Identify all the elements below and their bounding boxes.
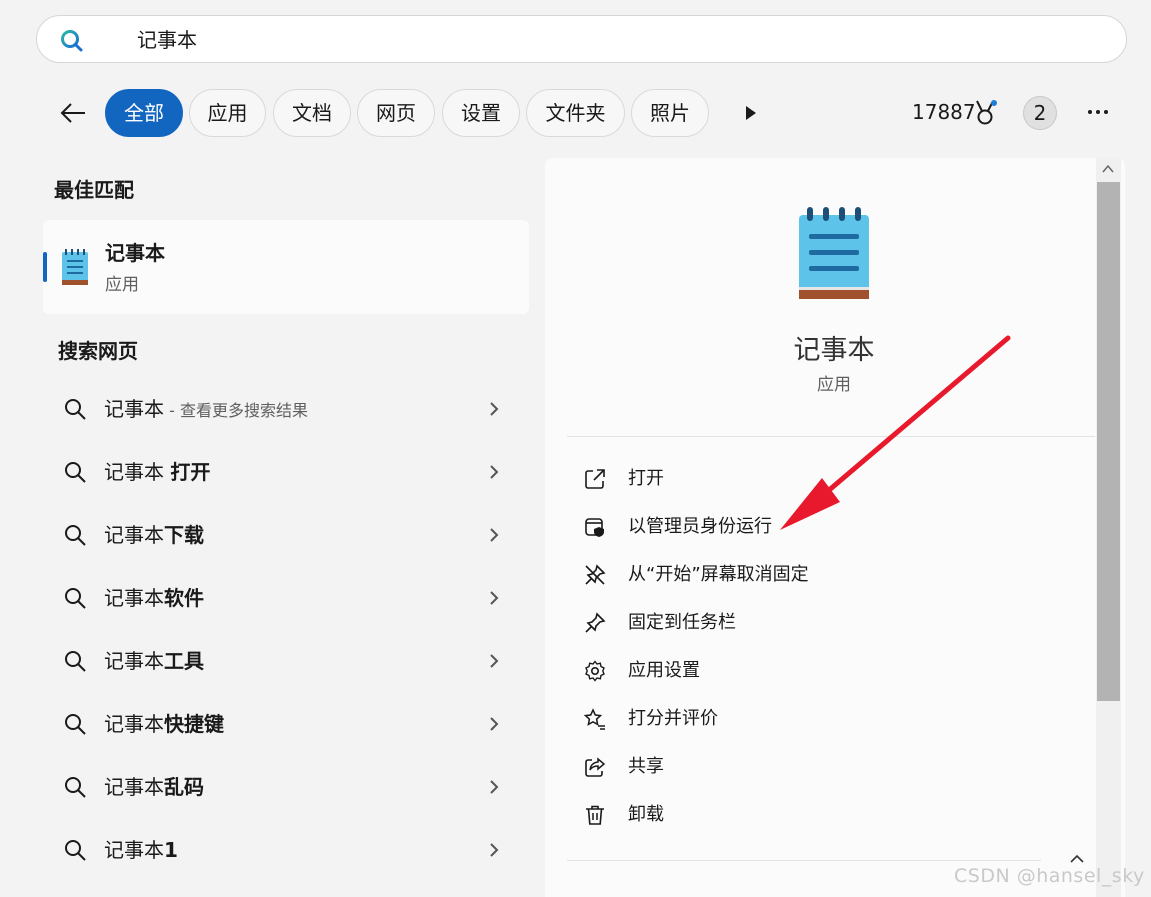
scrollbar-thumb[interactable]	[1097, 182, 1120, 701]
annotation-arrow	[780, 335, 1011, 530]
action-app-settings[interactable]: 应用设置	[567, 649, 1095, 693]
action-label: 固定到任务栏	[628, 612, 736, 633]
chevron-right-icon	[490, 402, 499, 416]
web-suggestion-item[interactable]: 记事本快捷键	[43, 698, 529, 750]
search-icon	[65, 840, 86, 861]
web-suggestion-item[interactable]: 记事本工具	[43, 635, 529, 687]
notepad-icon	[62, 249, 88, 285]
suggestion-prefix: 记事本	[104, 775, 164, 799]
trash-icon	[586, 805, 604, 825]
suggestion-bold: 软件	[164, 586, 204, 610]
star-rate-icon	[583, 708, 605, 730]
unpin-icon	[585, 564, 606, 585]
web-suggestion-item[interactable]: 记事本 - 查看更多搜索结果	[43, 383, 529, 435]
action-uninstall[interactable]: 卸载	[567, 793, 1095, 837]
open-external-icon	[585, 469, 605, 489]
search-icon	[65, 777, 86, 798]
chevron-up-icon[interactable]	[1068, 853, 1086, 865]
suggestion-prefix: 记事本	[104, 586, 164, 610]
selection-indicator	[43, 252, 47, 282]
action-rate-review[interactable]: 打分并评价	[567, 697, 1095, 741]
web-search-heading: 搜索网页	[58, 339, 138, 363]
share-icon	[585, 757, 606, 777]
more-options-icon[interactable]	[1086, 100, 1110, 124]
action-label: 以管理员身份运行	[628, 516, 772, 537]
search-input[interactable]: 记事本	[137, 26, 197, 54]
admin-shield-icon	[585, 518, 604, 537]
back-arrow-icon[interactable]	[58, 98, 88, 128]
scroll-up-icon[interactable]	[1101, 162, 1115, 176]
suggestion-bold: 打开	[170, 460, 211, 484]
action-label: 应用设置	[628, 660, 700, 681]
tab-apps[interactable]: 应用	[189, 89, 266, 137]
suggestion-bold: 工具	[164, 649, 204, 673]
chevron-right-icon	[490, 843, 499, 857]
watermark: CSDN @hansel_sky	[954, 865, 1145, 887]
action-label: 打分并评价	[628, 708, 718, 729]
web-suggestion-item[interactable]: 记事本软件	[43, 572, 529, 624]
chevron-right-icon	[490, 654, 499, 668]
chevron-right-icon	[490, 528, 499, 542]
search-icon	[65, 651, 86, 672]
more-filters-icon[interactable]	[744, 104, 758, 122]
notepad-large-icon	[799, 207, 869, 299]
action-pin-taskbar[interactable]: 固定到任务栏	[567, 601, 1095, 645]
action-share[interactable]: 共享	[567, 745, 1095, 789]
suggestion-bold: 乱码	[164, 775, 204, 799]
action-label: 共享	[628, 756, 664, 777]
pin-icon	[585, 612, 606, 633]
rewards-points[interactable]: 17887	[912, 98, 976, 126]
best-match-item[interactable]: 记事本 应用	[43, 220, 529, 314]
chevron-right-icon	[490, 780, 499, 794]
tab-folders[interactable]: 文件夹	[526, 89, 625, 137]
action-unpin-start[interactable]: 从“开始”屏幕取消固定	[567, 553, 1095, 597]
best-match-title: 记事本	[105, 241, 165, 265]
suggestion-prefix: 记事本	[104, 649, 164, 673]
web-suggestion-item[interactable]: 记事本乱码	[43, 761, 529, 813]
web-suggestion-item[interactable]: 记事本1	[43, 824, 529, 876]
chevron-right-icon	[490, 717, 499, 731]
chevron-right-icon	[490, 591, 499, 605]
search-icon	[65, 714, 86, 735]
search-icon	[61, 30, 83, 52]
suggestion-prefix: 记事本	[104, 460, 171, 484]
suggestion-prefix: 记事本	[104, 712, 164, 736]
web-suggestion-item[interactable]: 记事本 打开	[43, 446, 529, 498]
search-box[interactable]: 记事本	[36, 15, 1127, 63]
tab-all[interactable]: 全部	[105, 89, 183, 137]
suggestion-bold: 1	[164, 838, 178, 862]
action-label: 卸载	[628, 804, 664, 825]
best-match-subtitle: 应用	[105, 275, 139, 295]
suggestion-bold: 快捷键	[164, 712, 224, 736]
best-match-heading: 最佳匹配	[54, 178, 134, 202]
action-label: 从“开始”屏幕取消固定	[628, 564, 809, 585]
action-label: 打开	[628, 468, 664, 489]
suggestion-prefix: 记事本	[104, 523, 164, 547]
tab-photos[interactable]: 照片	[631, 89, 709, 137]
search-icon	[65, 399, 86, 420]
tab-documents[interactable]: 文档	[273, 89, 351, 137]
search-icon	[65, 462, 86, 483]
suggestion-prefix: 记事本	[104, 397, 164, 421]
suggestion-bold: 下载	[164, 523, 204, 547]
web-suggestion-item[interactable]: 记事本下载	[43, 509, 529, 561]
divider	[567, 860, 1041, 861]
chevron-right-icon	[490, 465, 499, 479]
rewards-medal-icon[interactable]	[973, 99, 997, 127]
tab-web[interactable]: 网页	[357, 89, 435, 137]
search-icon	[65, 525, 86, 546]
suggestion-hint: - 查看更多搜索结果	[164, 401, 308, 420]
search-icon	[65, 588, 86, 609]
tab-settings[interactable]: 设置	[442, 89, 520, 137]
gear-icon	[585, 660, 605, 682]
suggestion-prefix: 记事本	[104, 838, 164, 862]
account-badge[interactable]: 2	[1023, 96, 1057, 130]
